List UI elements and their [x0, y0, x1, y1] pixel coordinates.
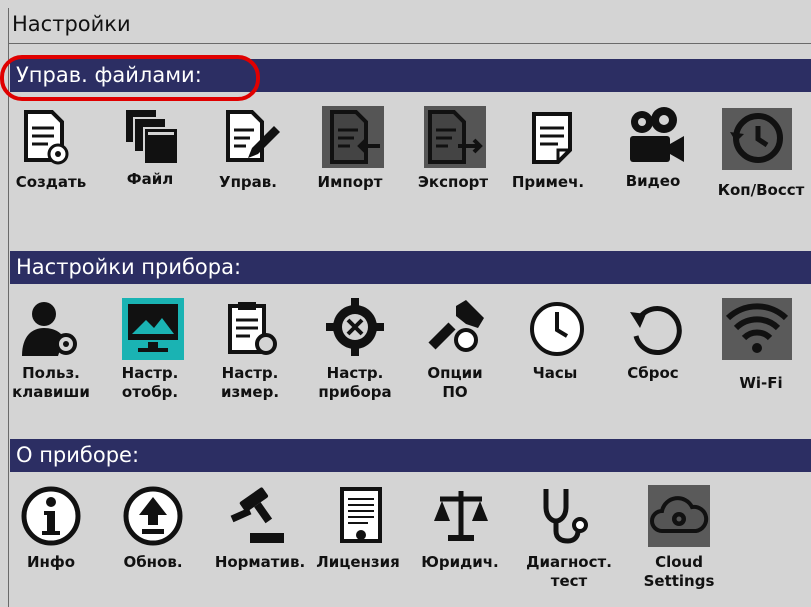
item-label-backup[interactable]: Коп/Восст: [706, 181, 811, 200]
item-label-clock[interactable]: Часы: [500, 364, 610, 383]
item-label-file[interactable]: Файл: [95, 170, 205, 189]
files-stack-icon[interactable]: [122, 106, 184, 168]
item-label-import[interactable]: Импорт: [295, 173, 405, 192]
item-label-legal[interactable]: Юридич.: [405, 553, 515, 572]
item-label-notes[interactable]: Примеч.: [493, 173, 603, 192]
info-icon[interactable]: [20, 485, 82, 547]
video-camera-icon[interactable]: [626, 106, 688, 168]
file-edit-icon[interactable]: [222, 108, 284, 170]
user-keys-icon[interactable]: [18, 298, 80, 360]
item-label-diagnostic[interactable]: Диагност. тест: [514, 553, 624, 591]
item-label-options[interactable]: Опции ПО: [400, 364, 510, 402]
item-label-display[interactable]: Настр. отобр.: [95, 364, 205, 402]
backup-restore-icon[interactable]: [722, 108, 792, 170]
update-icon[interactable]: [122, 485, 184, 547]
item-label-wifi[interactable]: Wi-Fi: [706, 374, 811, 393]
item-label-license[interactable]: Лицензия: [303, 553, 413, 572]
display-settings-icon[interactable]: [122, 298, 184, 360]
highlight-annotation: [0, 55, 260, 101]
item-label-device[interactable]: Настр. прибора: [300, 364, 410, 402]
note-icon[interactable]: [526, 108, 588, 170]
title-divider: [8, 43, 811, 44]
item-label-cloud-settings[interactable]: Cloud Settings: [624, 553, 734, 591]
item-label-regulatory[interactable]: Норматив.: [205, 553, 315, 572]
item-label-measure[interactable]: Настр. измер.: [195, 364, 305, 402]
item-label-reset[interactable]: Сброс: [598, 364, 708, 383]
device-settings-icon[interactable]: [324, 296, 386, 358]
cloud-settings-icon[interactable]: [648, 485, 710, 547]
wifi-icon[interactable]: [722, 298, 792, 360]
reset-icon[interactable]: [626, 298, 688, 360]
gavel-icon[interactable]: [228, 485, 290, 547]
software-options-icon[interactable]: [426, 296, 488, 358]
file-import-icon[interactable]: [322, 106, 384, 168]
stethoscope-icon[interactable]: [536, 485, 598, 547]
item-label-export[interactable]: Экспорт: [398, 173, 508, 192]
item-label-video[interactable]: Видео: [598, 172, 708, 191]
item-label-create[interactable]: Создать: [0, 173, 106, 192]
license-icon[interactable]: [330, 485, 392, 547]
section-header-device: Настройки прибора:: [10, 251, 811, 284]
item-label-update[interactable]: Обнов.: [98, 553, 208, 572]
settings-screen: Настройки Управ. файлами: Создать Файл У…: [0, 0, 811, 607]
clock-icon[interactable]: [526, 298, 588, 360]
scales-icon[interactable]: [430, 485, 492, 547]
section-header-about: О приборе:: [10, 439, 811, 472]
file-export-icon[interactable]: [424, 106, 486, 168]
file-create-icon[interactable]: [18, 108, 80, 170]
page-title: Настройки: [12, 12, 131, 36]
item-label-info[interactable]: Инфо: [0, 553, 106, 572]
item-label-user-keys[interactable]: Польз. клавиши: [0, 364, 106, 402]
item-label-manage[interactable]: Управ.: [193, 173, 303, 192]
measure-settings-icon[interactable]: [222, 298, 284, 360]
frame-left-border: [8, 8, 9, 607]
